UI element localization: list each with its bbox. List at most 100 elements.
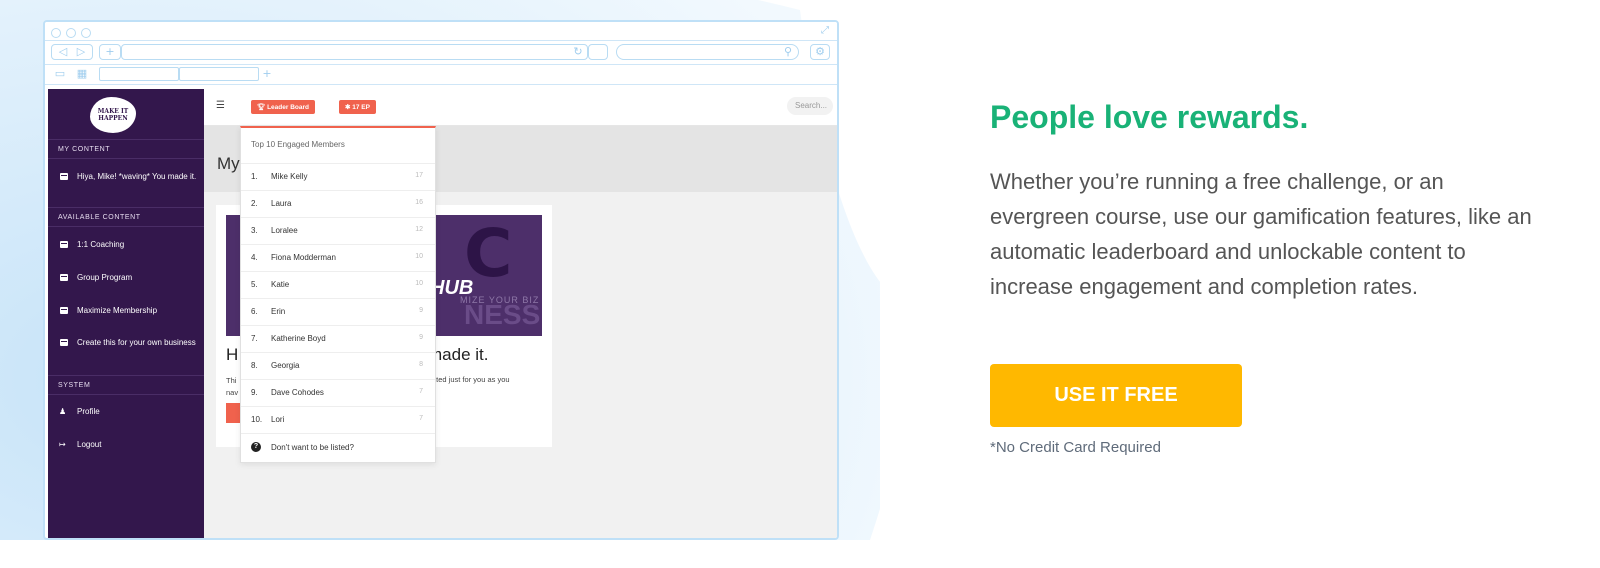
use-it-free-button[interactable]: USE IT FREE xyxy=(990,364,1242,427)
leaderboard-row: 1. Mike Kelly 17 xyxy=(241,164,435,191)
window-dot-maximize[interactable] xyxy=(81,28,91,38)
leaderboard-rank: 4. xyxy=(251,253,258,262)
app-search-input[interactable]: Search... xyxy=(787,97,833,115)
sidebar-item-group-program[interactable]: Group Program xyxy=(48,272,204,284)
content-icon xyxy=(60,307,68,314)
sidebar-item-label: Hiya, Mike! *waving* You made it. xyxy=(77,172,197,181)
leaderboard-name: Lori xyxy=(271,415,285,424)
leaderboard-name: Loralee xyxy=(271,226,298,235)
section-my-content: MY CONTENT xyxy=(48,139,204,159)
content-icon xyxy=(60,173,68,180)
browser-tab[interactable] xyxy=(99,67,179,81)
leaderboard-row: 3. Loralee 12 xyxy=(241,218,435,245)
address-bar-extra[interactable] xyxy=(588,44,608,60)
new-tab-button[interactable]: + xyxy=(99,44,121,60)
gear-icon: ⚙ xyxy=(815,45,825,58)
sidebar-item-welcome[interactable]: Hiya, Mike! *waving* You made it. xyxy=(48,171,204,183)
leaderboard-row: 9. Dave Cohodes 7 xyxy=(241,380,435,407)
bookmarks-icon[interactable]: ▭ xyxy=(53,67,67,81)
back-forward-buttons[interactable]: ◁ ▷ xyxy=(51,44,93,60)
headline: People love rewards. xyxy=(990,99,1309,135)
card-image-ness: NESS xyxy=(464,299,541,330)
forward-icon[interactable]: ▷ xyxy=(75,45,87,59)
card-text-end: ated just for you as you xyxy=(432,375,510,384)
star-icon: ✱ xyxy=(345,104,351,111)
leaderboard-rank: 10. xyxy=(251,415,263,424)
leaderboard-score: 9 xyxy=(419,334,423,341)
sidebar-item-label: Group Program xyxy=(77,273,133,282)
browser-chrome: ⤢ ◁ ▷ + ↻ ⚲ ⚙ ▭ ▦ + xyxy=(45,22,837,88)
browser-tab[interactable] xyxy=(179,67,259,81)
content-icon xyxy=(60,274,68,281)
sidebar-item-label: Logout xyxy=(77,440,102,449)
leaderboard-row: 2. Laura 16 xyxy=(241,191,435,218)
leaderboard-rank: 9. xyxy=(251,388,258,397)
page-title: My xyxy=(217,154,240,173)
card-text-start: Thi nav xyxy=(226,376,239,397)
sidebar-item-label: Profile xyxy=(77,407,100,416)
leaderboard-name: Erin xyxy=(271,307,286,316)
sidebar-item-logout[interactable]: ↦ Logout xyxy=(48,439,204,451)
leaderboard-rank: 1. xyxy=(251,172,258,181)
leaderboard-button[interactable]: 🏆︎ Leader Board xyxy=(251,100,315,114)
leaderboard-score: 16 xyxy=(415,199,423,206)
leaderboard-rank: 6. xyxy=(251,307,258,316)
leaderboard-title: Top 10 Engaged Members xyxy=(241,128,435,164)
section-available-content: AVAILABLE CONTENT xyxy=(48,207,204,227)
body-copy: Whether you’re running a free challenge,… xyxy=(990,169,1532,299)
leaderboard-name: Fiona Modderman xyxy=(271,253,336,262)
content-icon xyxy=(60,241,68,248)
leaderboard-rank: 3. xyxy=(251,226,258,235)
address-bar[interactable]: ↻ xyxy=(121,44,588,60)
card-title-end: made it. xyxy=(428,345,489,364)
app-viewport: MAKE IT HAPPEN MY CONTENT Hiya, Mike! *w… xyxy=(48,89,837,538)
leaderboard-row: 7. Katherine Boyd 9 xyxy=(241,326,435,353)
leaderboard-optout-link[interactable]: ? Don't want to be listed? xyxy=(241,434,435,461)
add-tab-icon[interactable]: + xyxy=(261,67,273,81)
leaderboard-name: Georgia xyxy=(271,361,300,370)
card-title-start: H xyxy=(226,345,239,364)
reload-icon[interactable]: ↻ xyxy=(571,45,585,59)
leaderboard-name: Mike Kelly xyxy=(271,172,308,181)
sidebar-item-maximize-membership[interactable]: Maximize Membership xyxy=(48,305,204,317)
window-dot-close[interactable] xyxy=(51,28,61,38)
sidebar-item-coaching[interactable]: 1:1 Coaching xyxy=(48,239,204,251)
leaderboard-name: Katie xyxy=(271,280,290,289)
browser-window: ⤢ ◁ ▷ + ↻ ⚲ ⚙ ▭ ▦ + MAKE IT HAPPEN MY CO… xyxy=(43,20,839,540)
card-view-button[interactable] xyxy=(226,403,240,423)
user-icon: ♟ xyxy=(59,407,67,416)
menu-toggle-icon[interactable]: ☰ xyxy=(216,100,225,111)
leaderboard-row: 6. Erin 9 xyxy=(241,299,435,326)
sidebar-item-label: Maximize Membership xyxy=(77,306,158,315)
page: ⤢ ◁ ▷ + ↻ ⚲ ⚙ ▭ ▦ + MAKE IT HAPPEN MY CO… xyxy=(0,0,1600,568)
leaderboard-score: 10 xyxy=(415,253,423,260)
app-topbar: ☰ 🏆︎ Leader Board ✱ 17 EP Search... xyxy=(204,89,837,126)
leaderboard-score: 9 xyxy=(419,307,423,314)
brand-logo[interactable]: MAKE IT HAPPEN xyxy=(90,97,136,133)
leaderboard-row: 5. Katie 10 xyxy=(241,272,435,299)
plus-icon: + xyxy=(105,45,115,58)
grid-icon[interactable]: ▦ xyxy=(75,67,89,81)
back-icon[interactable]: ◁ xyxy=(57,45,69,59)
leaderboard-name: Laura xyxy=(271,199,292,208)
no-credit-card-note: *No Credit Card Required xyxy=(990,439,1161,456)
window-dot-minimize[interactable] xyxy=(66,28,76,38)
sidebar-item-profile[interactable]: ♟ Profile xyxy=(48,406,204,418)
browser-search-field[interactable]: ⚲ xyxy=(616,44,799,60)
leaderboard-row: 8. Georgia 8 xyxy=(241,353,435,380)
logout-icon: ↦ xyxy=(59,440,66,449)
leaderboard-row: 4. Fiona Modderman 10 xyxy=(241,245,435,272)
leaderboard-rank: 5. xyxy=(251,280,258,289)
sidebar: MAKE IT HAPPEN MY CONTENT Hiya, Mike! *w… xyxy=(48,89,204,538)
leaderboard-rank: 2. xyxy=(251,199,258,208)
leaderboard-rank: 7. xyxy=(251,334,258,343)
points-badge[interactable]: ✱ 17 EP xyxy=(339,100,376,114)
leaderboard-score: 7 xyxy=(419,388,423,395)
leaderboard-score: 8 xyxy=(419,361,423,368)
expand-icon[interactable]: ⤢ xyxy=(821,25,833,37)
settings-button[interactable]: ⚙ xyxy=(810,44,830,60)
content-icon xyxy=(60,339,68,346)
search-icon: ⚲ xyxy=(783,45,793,58)
leaderboard-score: 12 xyxy=(415,226,423,233)
sidebar-item-create-business[interactable]: Create this for your own business xyxy=(48,337,198,349)
